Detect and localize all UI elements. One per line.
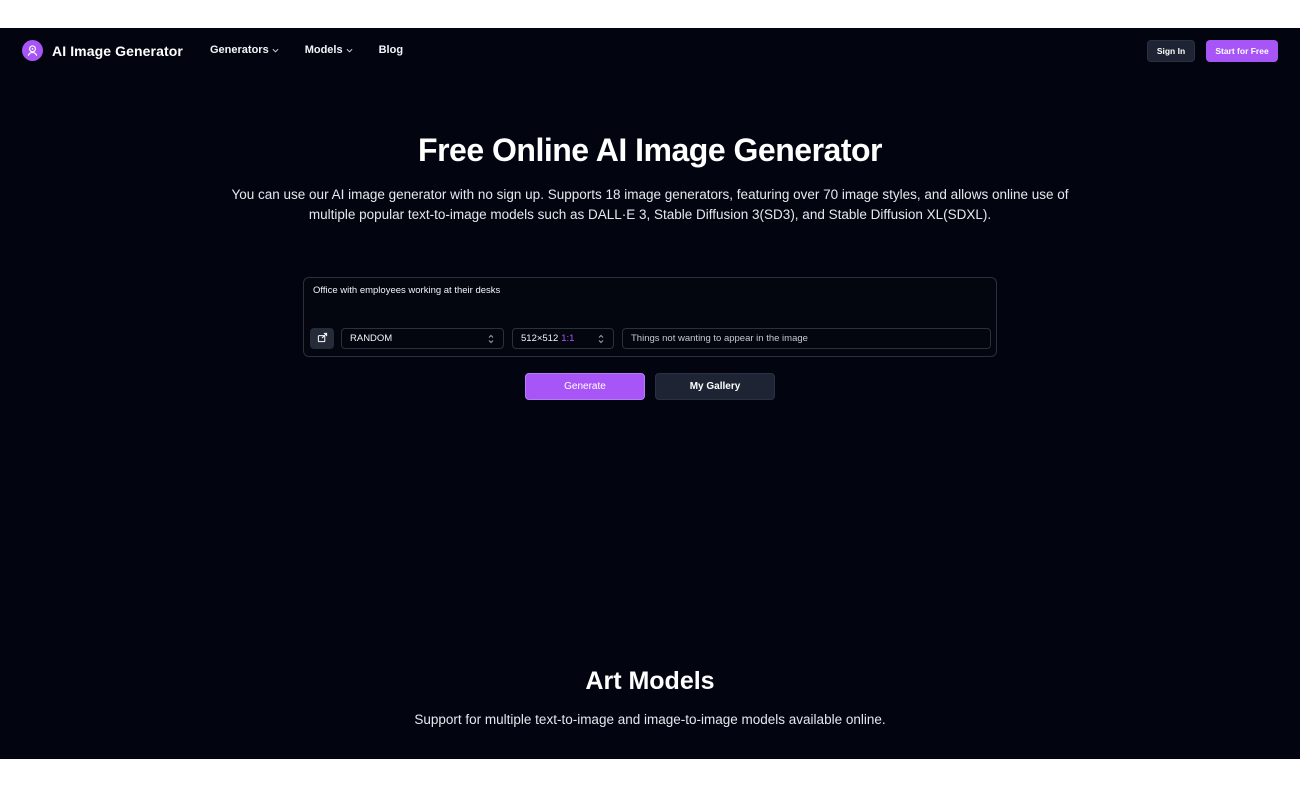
art-models-title: Art Models	[585, 667, 715, 695]
prompt-box[interactable]: Office with employees working at their d…	[303, 277, 997, 357]
nav-item-generators[interactable]: Generators	[210, 44, 279, 56]
sign-in-button[interactable]: Sign In	[1147, 40, 1195, 62]
chevron-down-icon	[346, 48, 353, 53]
page-title: Free Online AI Image Generator	[418, 132, 882, 168]
image-upload-icon	[317, 330, 328, 348]
image-upload-button[interactable]	[310, 328, 334, 349]
start-for-free-button[interactable]: Start for Free	[1206, 40, 1278, 62]
chevron-down-icon	[272, 48, 279, 53]
brand-name: AI Image Generator	[52, 42, 183, 59]
main-nav: Generators Models Blog	[210, 44, 429, 56]
hero-subtitle: You can use our AI image generator with …	[231, 187, 1069, 222]
nav-item-label: Blog	[378, 44, 404, 56]
brain-logo-icon	[22, 40, 43, 61]
chevron-up-down-icon	[598, 334, 604, 344]
size-select-value: 512×512	[521, 333, 559, 344]
chevron-up-down-icon	[488, 334, 494, 344]
logo[interactable]: AI Image Generator	[22, 40, 183, 61]
my-gallery-button[interactable]: My Gallery	[655, 373, 775, 400]
header: AI Image Generator Generators Models Blo…	[0, 28, 1300, 74]
nav-item-label: Models	[304, 44, 343, 56]
style-select[interactable]: RANDOM	[341, 328, 504, 349]
nav-item-models[interactable]: Models	[305, 44, 353, 56]
prompt-input[interactable]: Office with employees working at their d…	[313, 285, 500, 296]
style-select-value: RANDOM	[350, 333, 393, 344]
negative-prompt-input[interactable]	[622, 328, 991, 349]
aspect-ratio-label: 1:1	[561, 333, 575, 344]
nav-item-label: Generators	[210, 44, 269, 56]
nav-item-blog[interactable]: Blog	[379, 44, 403, 56]
art-models-subtitle: Support for multiple text-to-image and i…	[414, 712, 886, 727]
generate-button[interactable]: Generate	[525, 373, 645, 400]
size-select[interactable]: 512×512 1:1	[512, 328, 614, 349]
app-root: AI Image Generator Generators Models Blo…	[0, 28, 1300, 759]
